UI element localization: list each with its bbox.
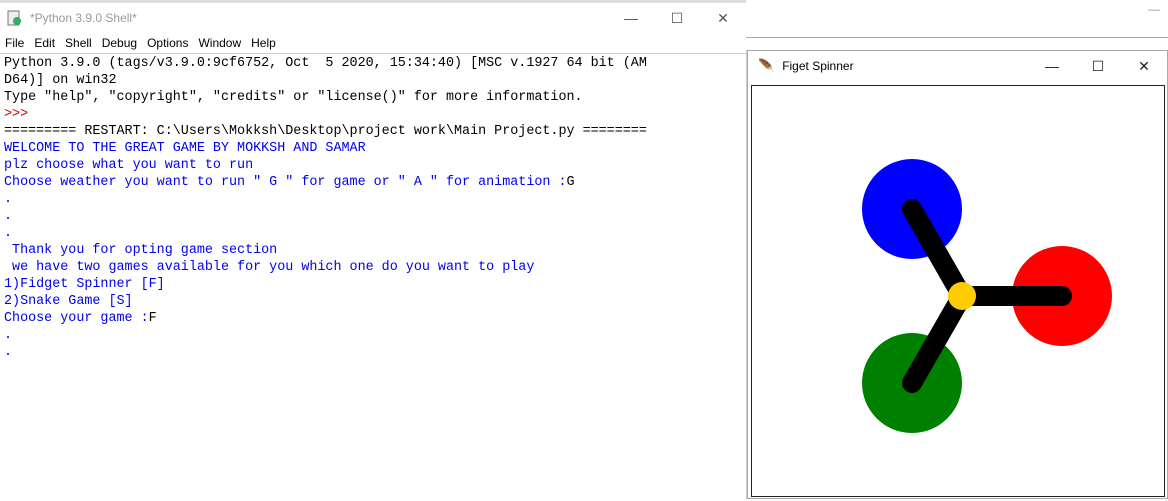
line-text: we have two games available for you whic… bbox=[4, 260, 535, 275]
menu-help[interactable]: Help bbox=[246, 34, 281, 53]
maximize-button[interactable]: ☐ bbox=[654, 3, 700, 33]
shell-title: *Python 3.9.0 Shell* bbox=[30, 11, 137, 25]
menu-shell[interactable]: Shell bbox=[60, 34, 97, 53]
menu-edit[interactable]: Edit bbox=[29, 34, 60, 53]
menu-file[interactable]: File bbox=[0, 34, 29, 53]
shell-line: we have two games available for you whic… bbox=[4, 259, 647, 276]
spinner-drawing bbox=[862, 159, 1112, 433]
minimize-button[interactable]: — bbox=[608, 3, 654, 33]
spinner-title-bar[interactable]: 🪶 Figet Spinner — ☐ ✕ bbox=[748, 51, 1167, 81]
line-text: Choose your game : bbox=[4, 311, 149, 326]
close-button[interactable]: ✕ bbox=[700, 3, 746, 33]
menu-bar: File Edit Shell Debug Options Window Help bbox=[0, 34, 746, 54]
shell-output[interactable]: Python 3.9.0 (tags/v3.9.0:9cf6752, Oct 5… bbox=[4, 55, 647, 361]
line-text: Type "help", "copyright", "credits" or "… bbox=[4, 90, 583, 105]
idle-shell-window: *Python 3.9.0 Shell* — ☐ ✕ File Edit Shell… bbox=[0, 0, 747, 499]
background-window: — bbox=[746, 0, 1168, 50]
line-text: Python 3.9.0 (tags/v3.9.0:9cf6752, Oct 5… bbox=[4, 56, 647, 71]
shell-line: . bbox=[4, 208, 647, 225]
shell-line: Type "help", "copyright", "credits" or "… bbox=[4, 89, 647, 106]
line-text: . bbox=[4, 192, 13, 207]
python-file-icon bbox=[7, 10, 21, 26]
line-text: D64)] on win32 bbox=[4, 73, 117, 88]
shell-line: Python 3.9.0 (tags/v3.9.0:9cf6752, Oct 5… bbox=[4, 55, 647, 72]
shell-line: . bbox=[4, 225, 647, 242]
user-input: G bbox=[566, 175, 575, 190]
shell-line: Thank you for opting game section bbox=[4, 242, 647, 259]
shell-line: D64)] on win32 bbox=[4, 72, 647, 89]
shell-line: ========= RESTART: C:\Users\Mokksh\Deskt… bbox=[4, 123, 647, 140]
line-text: Thank you for opting game section bbox=[4, 243, 278, 258]
minimize-button[interactable]: — bbox=[1029, 51, 1075, 81]
line-text: 2)Snake Game [S] bbox=[4, 294, 133, 309]
line-text: . bbox=[4, 209, 13, 224]
line-text: WELCOME TO THE GREAT GAME BY MOKKSH AND … bbox=[4, 141, 366, 156]
line-text: Choose weather you want to run " G " for… bbox=[4, 175, 567, 190]
line-text: . bbox=[4, 345, 13, 360]
menu-window[interactable]: Window bbox=[193, 34, 246, 53]
feather-icon: 🪶 bbox=[758, 58, 775, 73]
shell-line: 2)Snake Game [S] bbox=[4, 293, 647, 310]
background-minimize: — bbox=[1148, 2, 1160, 16]
menu-options[interactable]: Options bbox=[142, 34, 193, 53]
shell-line: Choose your game :F bbox=[4, 310, 647, 327]
shell-line: plz choose what you want to run bbox=[4, 157, 647, 174]
line-text: ========= RESTART: C:\Users\Mokksh\Deskt… bbox=[4, 124, 647, 139]
line-text: . bbox=[4, 328, 13, 343]
user-input: F bbox=[148, 311, 157, 326]
line-text: plz choose what you want to run bbox=[4, 158, 254, 173]
shell-line: 1)Fidget Spinner [F] bbox=[4, 276, 647, 293]
shell-line: . bbox=[4, 344, 647, 361]
maximize-button[interactable]: ☐ bbox=[1075, 51, 1121, 81]
line-text: 1)Fidget Spinner [F] bbox=[4, 277, 165, 292]
line-text: >>> bbox=[4, 107, 37, 122]
figet-spinner-window: 🪶 Figet Spinner — ☐ ✕ bbox=[747, 50, 1168, 499]
hub-circle bbox=[948, 282, 976, 310]
shell-line: >>> bbox=[4, 106, 647, 123]
shell-line: WELCOME TO THE GREAT GAME BY MOKKSH AND … bbox=[4, 140, 647, 157]
line-text: . bbox=[4, 226, 13, 241]
shell-line: . bbox=[4, 327, 647, 344]
shell-title-bar[interactable]: *Python 3.9.0 Shell* — ☐ ✕ bbox=[0, 3, 746, 33]
menu-debug[interactable]: Debug bbox=[97, 34, 142, 53]
shell-line: Choose weather you want to run " G " for… bbox=[4, 174, 647, 191]
shell-line: . bbox=[4, 191, 647, 208]
spinner-title: Figet Spinner bbox=[782, 59, 854, 73]
close-button[interactable]: ✕ bbox=[1121, 51, 1167, 81]
turtle-canvas[interactable] bbox=[751, 85, 1165, 497]
